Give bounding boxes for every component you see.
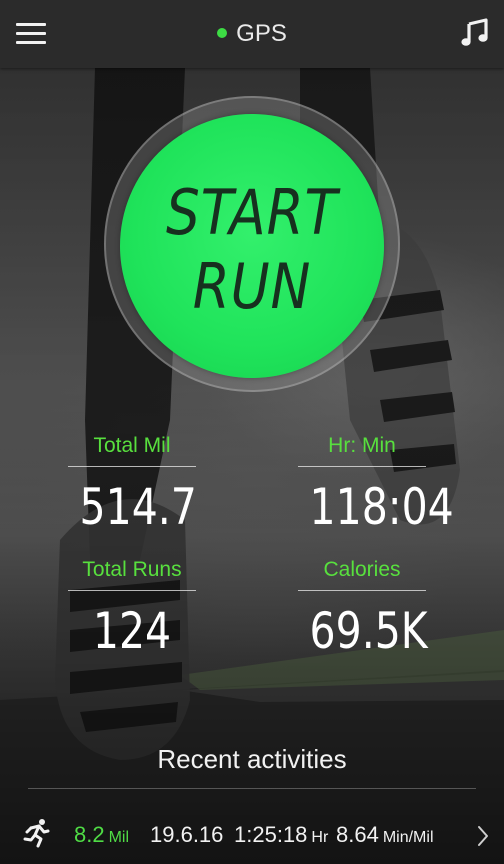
stat-label: Total Runs [68, 556, 196, 591]
music-note-icon[interactable] [460, 18, 490, 48]
divider [28, 788, 476, 789]
start-run-button[interactable]: START RUN [120, 114, 384, 378]
activity-pace-unit: Min/Mil [382, 829, 434, 846]
stat-value: 124 [92, 602, 172, 660]
activity-date: 19.6.16 [150, 822, 224, 847]
activity-duration: 1:25:18 Hr [234, 820, 328, 853]
activity-duration-value: 1:25:18 [234, 822, 308, 847]
runner-icon [22, 818, 50, 848]
stat-label: Calories [298, 556, 426, 591]
stat-label: Total Mil [68, 432, 196, 467]
activity-distance-unit: Mil [108, 829, 130, 846]
start-label: START [166, 176, 338, 249]
stat-label: Hr: Min [298, 432, 426, 467]
activity-pace-value: 8.64 [336, 822, 379, 847]
recent-activity-row[interactable]: 8.2 Mil 19.6.16 1:25:18 Hr 8.64 Min/Mil [0, 810, 504, 864]
stat-total-miles: Total Mil 514.7 [68, 432, 197, 537]
stat-hours-minutes: Hr: Min 118:04 [298, 432, 454, 537]
stat-value: 514.7 [79, 478, 197, 536]
app-screen: GPS START RUN Total Mil 514.7 Hr: Min 11… [0, 0, 504, 864]
gps-label: GPS [236, 20, 287, 47]
stat-value: 118:04 [309, 478, 454, 536]
run-label: RUN [192, 250, 312, 323]
stat-value: 69.5K [309, 602, 428, 660]
activity-duration-unit: Hr [311, 829, 329, 846]
top-bar: GPS [0, 0, 504, 68]
activity-distance-value: 8.2 [74, 822, 105, 847]
gps-status-dot [217, 28, 228, 38]
stat-total-runs: Total Runs 124 [68, 556, 196, 661]
activity-pace: 8.64 Min/Mil [336, 820, 434, 853]
activity-distance: 8.2 Mil [74, 820, 129, 853]
chevron-right-icon[interactable] [476, 824, 490, 848]
gps-status: GPS [0, 18, 504, 50]
recent-activities-title: Recent activities [157, 744, 347, 774]
stat-calories: Calories 69.5K [298, 556, 428, 661]
